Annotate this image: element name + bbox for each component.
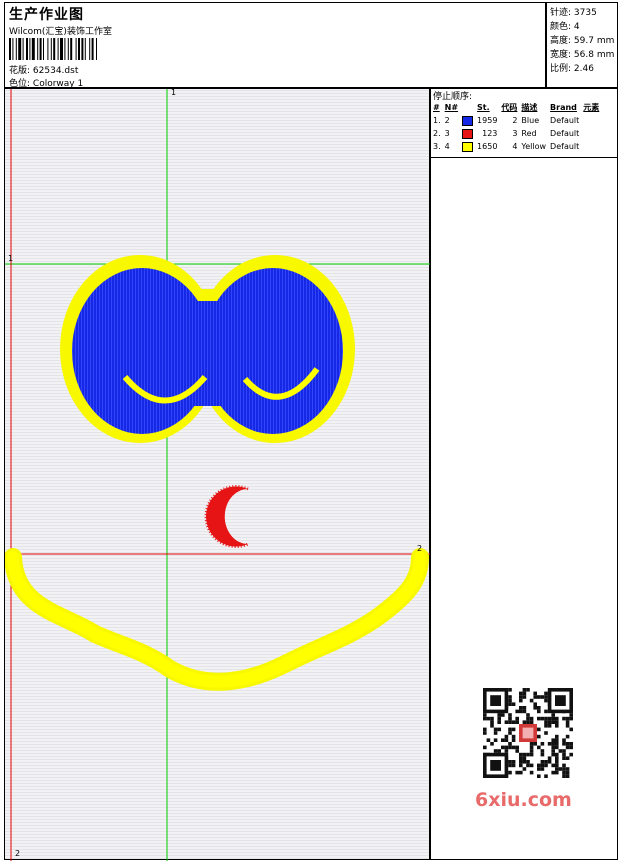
thread-legend-panel: 停止顺序: # N# St. 代码 描述 Brand 元素 1. 2 1959 2 Bl…: [430, 88, 618, 860]
marker-green-left: 1: [8, 254, 14, 263]
cell-brand: Default: [550, 116, 580, 125]
cell-code: 3: [512, 129, 518, 138]
design-file-label: 花版:: [9, 66, 31, 76]
design-file-row: 花版: 62534.dst: [9, 63, 78, 76]
stats-panel: 针迹: 3735 颜色: 4 高度: 59.7 mm 宽度: 56.8 mm 比…: [546, 2, 618, 88]
stat-width: 宽度: 56.8 mm: [550, 50, 615, 60]
col-header: 元素: [583, 103, 600, 112]
cell-st: 1650: [477, 142, 498, 151]
cell-code: 2: [512, 116, 518, 125]
color-swatch: [462, 141, 474, 152]
cell-brand: Default: [550, 142, 580, 151]
cell-element: [582, 140, 602, 153]
cell-n: 4: [444, 142, 450, 151]
stat-colors: 颜色: 4: [550, 22, 580, 32]
marker-red-right: 2: [417, 544, 423, 553]
page-title: 生产作业图: [9, 7, 84, 23]
cell-element: [582, 127, 602, 140]
marker-green-top: 1: [171, 88, 177, 97]
cell-code: 4: [512, 142, 518, 151]
color-swatch-cell: [461, 127, 476, 140]
color-swatch-cell: [461, 114, 476, 127]
table-row: 1. 2 1959 2 Blue Default: [432, 114, 602, 127]
legend-divider: [431, 157, 617, 158]
header-panel: 生产作业图 Wilcom(汇宝)装饰工作室 花版: 62534.dst 色位: …: [4, 2, 546, 89]
thread-color-table: # N# St. 代码 描述 Brand 元素 1. 2 1959 2 Blue Defa…: [432, 101, 602, 153]
color-swatch: [462, 115, 474, 126]
cell-n: 3: [444, 129, 450, 138]
stat-stitches: 针迹: 3735: [550, 8, 597, 18]
stat-height: 高度: 59.7 mm: [550, 36, 615, 46]
cell-desc: Blue: [521, 116, 540, 125]
cell-num: 2.: [433, 129, 441, 138]
color-swatch-cell: [461, 140, 476, 153]
company-name: Wilcom(汇宝)装饰工作室: [9, 27, 112, 37]
table-row: 2. 3 123 3 Red Default: [432, 127, 602, 140]
cell-desc: Yellow: [521, 142, 547, 151]
col-header: St.: [477, 103, 490, 112]
embroidery-design-canvas: 1 1 2 2: [4, 88, 431, 861]
cell-st: 1959: [477, 116, 498, 125]
cell-brand: Default: [550, 129, 580, 138]
watermark-logo: 6xiu.com: [475, 789, 572, 811]
col-header: N#: [444, 103, 459, 112]
table-header-row: # N# St. 代码 描述 Brand 元素: [432, 101, 602, 114]
cell-st: 123: [482, 129, 498, 138]
stat-scale: 比例: 2.46: [550, 64, 594, 74]
qr-code-icon: [471, 682, 585, 782]
table-row: 3. 4 1650 4 Yellow Default: [432, 140, 602, 153]
barcode-icon: [9, 38, 97, 60]
cell-num: 3.: [433, 142, 441, 151]
col-header: #: [433, 103, 440, 112]
col-header: [461, 101, 476, 114]
red-crescent: [204, 485, 249, 548]
marker-red-bottom: 2: [15, 849, 21, 858]
cell-num: 1.: [433, 116, 441, 125]
col-header: 描述: [521, 103, 538, 112]
cell-element: [582, 114, 602, 127]
col-header: Brand: [550, 103, 577, 112]
design-file-value: 62534.dst: [32, 66, 79, 76]
color-swatch: [462, 128, 474, 139]
cell-n: 2: [444, 116, 450, 125]
cell-desc: Red: [521, 129, 537, 138]
design-svg: [5, 89, 431, 861]
col-header: 代码: [501, 103, 518, 112]
